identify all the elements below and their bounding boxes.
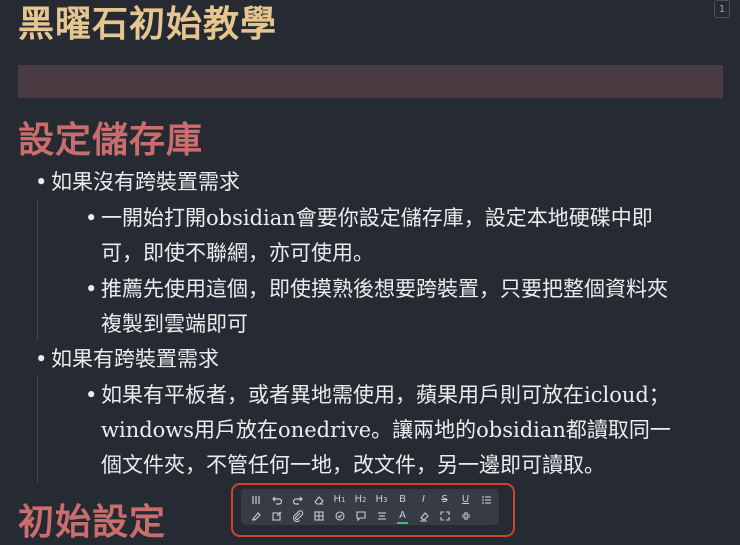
bullet-dot: • [35,170,48,194]
grip-icon[interactable] [245,492,266,508]
highlighter-icon[interactable] [245,508,266,524]
attachment-icon[interactable] [287,508,308,524]
italic-label: I [422,494,425,505]
list-item-line: 如果有平板者，或者異地需使用，蘋果用戶則可放在icloud； [101,383,670,407]
undo-icon[interactable] [266,492,287,508]
bullet-dot: • [35,347,48,371]
list-item: • 如果有跨裝置需求 [35,342,219,377]
section-heading-initial-settings: 初始設定 [18,501,167,543]
underline-icon[interactable]: U [455,492,476,508]
list-item: • 如果沒有跨裝置需求 [35,165,240,200]
banner-block [18,65,723,98]
section-heading-vault: 設定儲存庫 [18,119,204,161]
strike-label: S [441,494,448,505]
fullscreen-icon[interactable] [434,508,455,524]
bullet-list-icon[interactable] [476,492,497,508]
eraser-icon[interactable] [308,492,329,508]
redo-icon[interactable] [287,492,308,508]
h1-sub: 1 [341,496,346,504]
list-item-text: 如果沒有跨裝置需求 [51,170,240,194]
formatting-toolbar: H1 H2 H3 B I S U A [241,489,499,525]
italic-icon[interactable]: I [413,492,434,508]
h2-icon[interactable]: H2 [350,492,371,508]
h3-label: H [375,494,384,505]
comment-icon[interactable] [350,508,371,524]
list-item-line: 推薦先使用這個，即使摸熟後想要跨裝置，只要把整個資料夾 [101,277,668,301]
underline-label: U [461,494,470,505]
list-item-line: 可，即使不聯網，亦可使用。 [101,241,374,265]
list-item-line: windows用戶放在onedrive。讓兩地的obsidian都讀取同一 [101,418,671,442]
indent-guide [37,377,38,482]
list-item-line: 個文件夾，不管任何一地，改文件，另一邊即可讀取。 [101,453,605,477]
bullet-dot: • [85,277,98,301]
font-color-icon[interactable]: A [392,508,413,524]
h2-label: H [354,494,363,505]
h1-label: H [333,494,342,505]
document-title: 黑曜石初始教學 [18,3,278,45]
fill-color-icon[interactable] [413,508,434,524]
page-number-badge: 1 [714,0,730,18]
h3-sub: 3 [383,496,388,504]
exit-fullscreen-icon[interactable] [455,508,476,524]
list-item: • 一開始打開obsidian會要你設定儲存庫，設定本地硬碟中即 可，即使不聯網… [85,201,653,271]
h2-sub: 2 [362,496,367,504]
bold-icon[interactable]: B [392,492,413,508]
edit-icon[interactable] [266,508,287,524]
table-icon[interactable] [308,508,329,524]
h1-icon[interactable]: H1 [329,492,350,508]
toolbar-row-1: H1 H2 H3 B I S U [245,492,497,508]
list-item: • 如果有平板者，或者異地需使用，蘋果用戶則可放在icloud； windows… [85,378,671,483]
strikethrough-icon[interactable]: S [434,492,455,508]
bullet-dot: • [85,383,98,407]
align-icon[interactable] [371,508,392,524]
list-item-text: 如果有跨裝置需求 [51,347,219,371]
list-item-line: 一開始打開obsidian會要你設定儲存庫，設定本地硬碟中即 [101,206,653,230]
indent-guide [37,200,38,340]
toolbar-row-2: A [245,508,476,524]
bullet-dot: • [85,206,98,230]
font-color-swatch [397,522,408,524]
list-item: • 推薦先使用這個，即使摸熟後想要跨裝置，只要把整個資料夾 複製到雲端即可 [85,272,668,342]
bold-label: B [399,494,406,505]
list-item-line: 複製到雲端即可 [101,312,248,336]
checkbox-icon[interactable] [329,508,350,524]
h3-icon[interactable]: H3 [371,492,392,508]
